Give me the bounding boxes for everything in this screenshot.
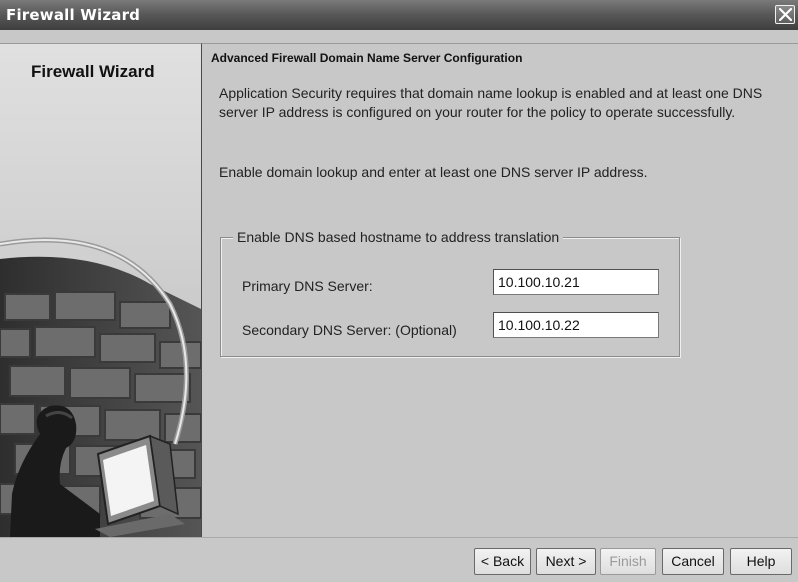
next-button[interactable]: Next > [536, 548, 596, 575]
description-text: Application Security requires that domai… [219, 85, 763, 120]
dns-settings-group: Enable DNS based hostname to address tra… [220, 229, 680, 357]
wizard-button-bar: < Back Next > Finish Cancel Help [0, 537, 798, 582]
dns-group-legend: Enable DNS based hostname to address tra… [233, 229, 564, 245]
finish-button[interactable]: Finish [600, 548, 656, 575]
instruction-text: Enable domain lookup and enter at least … [219, 164, 648, 180]
back-button[interactable]: < Back [474, 548, 531, 575]
wizard-illustration [0, 44, 201, 537]
window-title: Firewall Wizard [6, 6, 141, 24]
side-panel-title: Firewall Wizard [31, 62, 155, 81]
page-heading: Advanced Firewall Domain Name Server Con… [211, 51, 523, 65]
primary-dns-label: Primary DNS Server: [242, 278, 373, 294]
close-button[interactable] [775, 5, 795, 24]
wizard-content: Advanced Firewall Domain Name Server Con… [202, 43, 798, 537]
cancel-button[interactable]: Cancel [662, 548, 724, 575]
secondary-dns-label: Secondary DNS Server: (Optional) [242, 322, 457, 338]
close-icon [779, 8, 792, 21]
primary-dns-input[interactable] [493, 269, 659, 295]
wizard-side-panel: Firewall Wizard [0, 43, 202, 537]
firewall-wizard-window: Firewall Wizard Firewall Wizard Advanced… [0, 0, 798, 582]
secondary-dns-input[interactable] [493, 312, 659, 338]
help-button[interactable]: Help [730, 548, 792, 575]
title-bar[interactable]: Firewall Wizard [0, 0, 798, 30]
